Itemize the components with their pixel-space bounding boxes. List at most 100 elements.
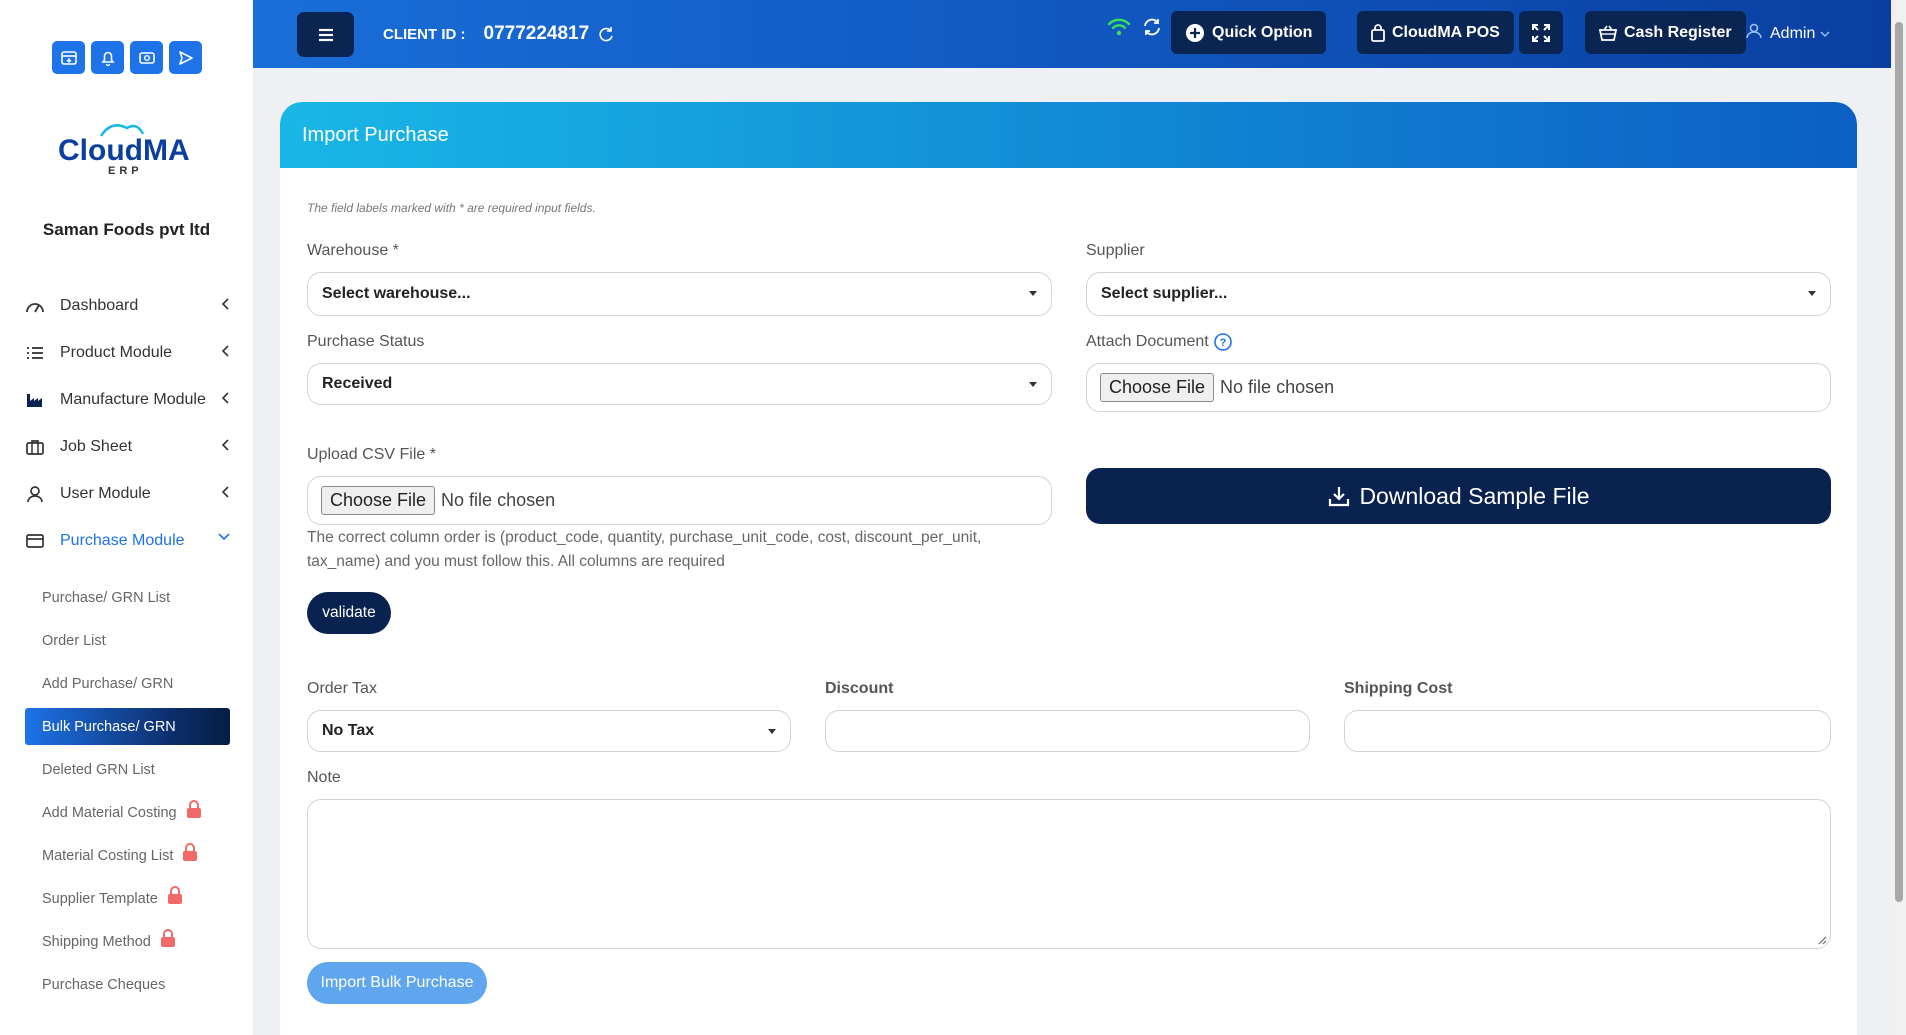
purchase-submenu: Purchase/ GRN List Order List Add Purcha… [25, 576, 230, 1006]
submenu-label: Deleted GRN List [42, 761, 155, 778]
submenu-item-bulk-purchase-grn[interactable]: Bulk Purchase/ GRN [25, 708, 230, 745]
supplier-selected-value: Select supplier... [1101, 285, 1228, 302]
warehouse-selected-value: Select warehouse... [322, 285, 471, 302]
sidebar-item-product-module[interactable]: Product Module [0, 329, 253, 376]
sidebar-item-label: Dashboard [60, 296, 139, 314]
caret-down-icon [1029, 291, 1037, 296]
client-id-label: CLIENT ID : [383, 25, 466, 43]
bag-icon [1371, 23, 1385, 42]
upload-csv-input[interactable]: Choose File No file chosen [307, 476, 1052, 525]
submenu-label: Bulk Purchase/ GRN [42, 718, 176, 735]
download-sample-label: Download Sample File [1359, 482, 1590, 509]
company-name: Saman Foods pvt ltd [42, 220, 211, 239]
lock-icon [183, 842, 198, 861]
note-textarea[interactable] [307, 799, 1831, 949]
menu-toggle-button[interactable] [297, 12, 354, 57]
submenu-label: Order List [42, 632, 106, 649]
order-tax-label: Order Tax [307, 680, 377, 697]
submenu-item-add-purchase-grn[interactable]: Add Purchase/ GRN [25, 662, 230, 705]
quick-option-button[interactable]: Quick Option [1171, 11, 1327, 54]
plus-circle-icon [1185, 23, 1205, 43]
order-tax-select[interactable]: No Tax [307, 710, 791, 752]
submenu-item-supplier-template[interactable]: Supplier Template [25, 877, 230, 920]
submenu-item-add-material-costing[interactable]: Add Material Costing [25, 791, 230, 834]
client-id-display: CLIENT ID : 0777224817 [383, 23, 615, 45]
list-icon [24, 342, 46, 364]
send-button[interactable] [169, 41, 202, 74]
refresh-icon[interactable] [597, 25, 615, 43]
import-purchase-card: Import Purchase The field labels marked … [280, 102, 1857, 1035]
discount-input[interactable] [825, 710, 1310, 752]
submenu-label: Purchase/ GRN List [42, 589, 171, 606]
user-icon [24, 483, 46, 505]
cloudma-logo: CloudMA ERP [58, 124, 190, 177]
submenu-item-purchase-grn-list[interactable]: Purchase/ GRN List [25, 576, 230, 619]
archive-icon [60, 50, 77, 65]
sidebar-item-dashboard[interactable]: Dashboard [0, 282, 253, 329]
download-icon [1327, 484, 1351, 508]
page-title: Import Purchase [302, 123, 449, 146]
sync-icon[interactable] [1142, 17, 1162, 37]
lock-icon [167, 885, 182, 904]
attach-document-input[interactable]: Choose File No file chosen [1086, 363, 1831, 412]
notification-button[interactable] [91, 41, 124, 74]
page-scrollbar[interactable] [1891, 0, 1906, 1035]
sidebar-item-purchase-module[interactable]: Purchase Module [0, 517, 253, 564]
help-icon[interactable]: ? [1213, 333, 1232, 351]
supplier-select[interactable]: Select supplier... [1086, 272, 1831, 316]
submenu-item-order-list[interactable]: Order List [25, 619, 230, 662]
cash-register-button[interactable]: Cash Register [1585, 11, 1746, 54]
chevron-left-icon [221, 392, 229, 404]
shipping-cost-input[interactable] [1344, 710, 1831, 752]
send-icon [178, 50, 193, 65]
expand-icon [1532, 23, 1550, 42]
submenu-label: Material Costing List [42, 847, 174, 864]
top-header: CLIENT ID : 0777224817 Quick Option Clou… [253, 0, 1891, 68]
sidebar: CloudMA ERP Saman Foods pvt ltd Dashboar… [0, 0, 253, 1035]
file-status-text: No file chosen [441, 490, 556, 510]
archive-button[interactable] [52, 41, 85, 74]
cash-register-label: Cash Register [1624, 23, 1732, 41]
hamburger-icon [318, 28, 333, 41]
lock-icon [160, 928, 175, 947]
sidebar-item-job-sheet[interactable]: Job Sheet [0, 423, 253, 470]
note-label: Note [307, 769, 341, 786]
gauge-icon [24, 295, 46, 317]
choose-file-button[interactable]: Choose File [1100, 373, 1215, 402]
validate-button[interactable]: validate [307, 592, 391, 634]
warehouse-select[interactable]: Select warehouse... [307, 272, 1052, 316]
cash-button[interactable] [130, 41, 163, 74]
submenu-item-deleted-grn-list[interactable]: Deleted GRN List [25, 748, 230, 791]
shipping-cost-label: Shipping Cost [1344, 680, 1453, 697]
sidebar-top-icons [52, 41, 202, 74]
fullscreen-button[interactable] [1519, 11, 1563, 54]
sidebar-item-label: Manufacture Module [60, 390, 206, 408]
sidebar-item-user-module[interactable]: User Module [0, 470, 253, 517]
download-sample-button[interactable]: Download Sample File [1086, 468, 1831, 524]
purchase-status-select[interactable]: Received [307, 363, 1052, 405]
file-status-text: No file chosen [1220, 377, 1335, 397]
cloudma-pos-button[interactable]: CloudMA POS [1357, 11, 1514, 54]
submenu-item-purchase-cheques[interactable]: Purchase Cheques [25, 963, 230, 1006]
choose-file-button[interactable]: Choose File [321, 486, 436, 515]
basket-icon [1599, 25, 1617, 41]
import-bulk-purchase-button[interactable]: Import Bulk Purchase [307, 962, 487, 1004]
cloudma-pos-label: CloudMA POS [1392, 23, 1500, 41]
lock-icon [186, 799, 201, 818]
discount-label: Discount [825, 680, 894, 697]
card-icon [24, 530, 46, 552]
sidebar-item-label: User Module [60, 484, 151, 502]
money-icon [138, 51, 155, 64]
submenu-label: Shipping Method [42, 933, 151, 950]
card-header: Import Purchase [280, 102, 1857, 168]
submenu-item-shipping-method[interactable]: Shipping Method [25, 920, 230, 963]
resize-grip-icon[interactable] [1817, 935, 1827, 945]
purchase-status-label: Purchase Status [307, 333, 425, 350]
submenu-item-material-costing-list[interactable]: Material Costing List [25, 834, 230, 877]
caret-down-icon [1029, 382, 1037, 387]
svg-text:ERP: ERP [108, 165, 143, 177]
chevron-left-icon [221, 486, 229, 498]
scrollbar-thumb[interactable] [1895, 22, 1903, 902]
sidebar-item-manufacture-module[interactable]: Manufacture Module [0, 376, 253, 423]
admin-menu[interactable]: Admin [1746, 23, 1830, 44]
